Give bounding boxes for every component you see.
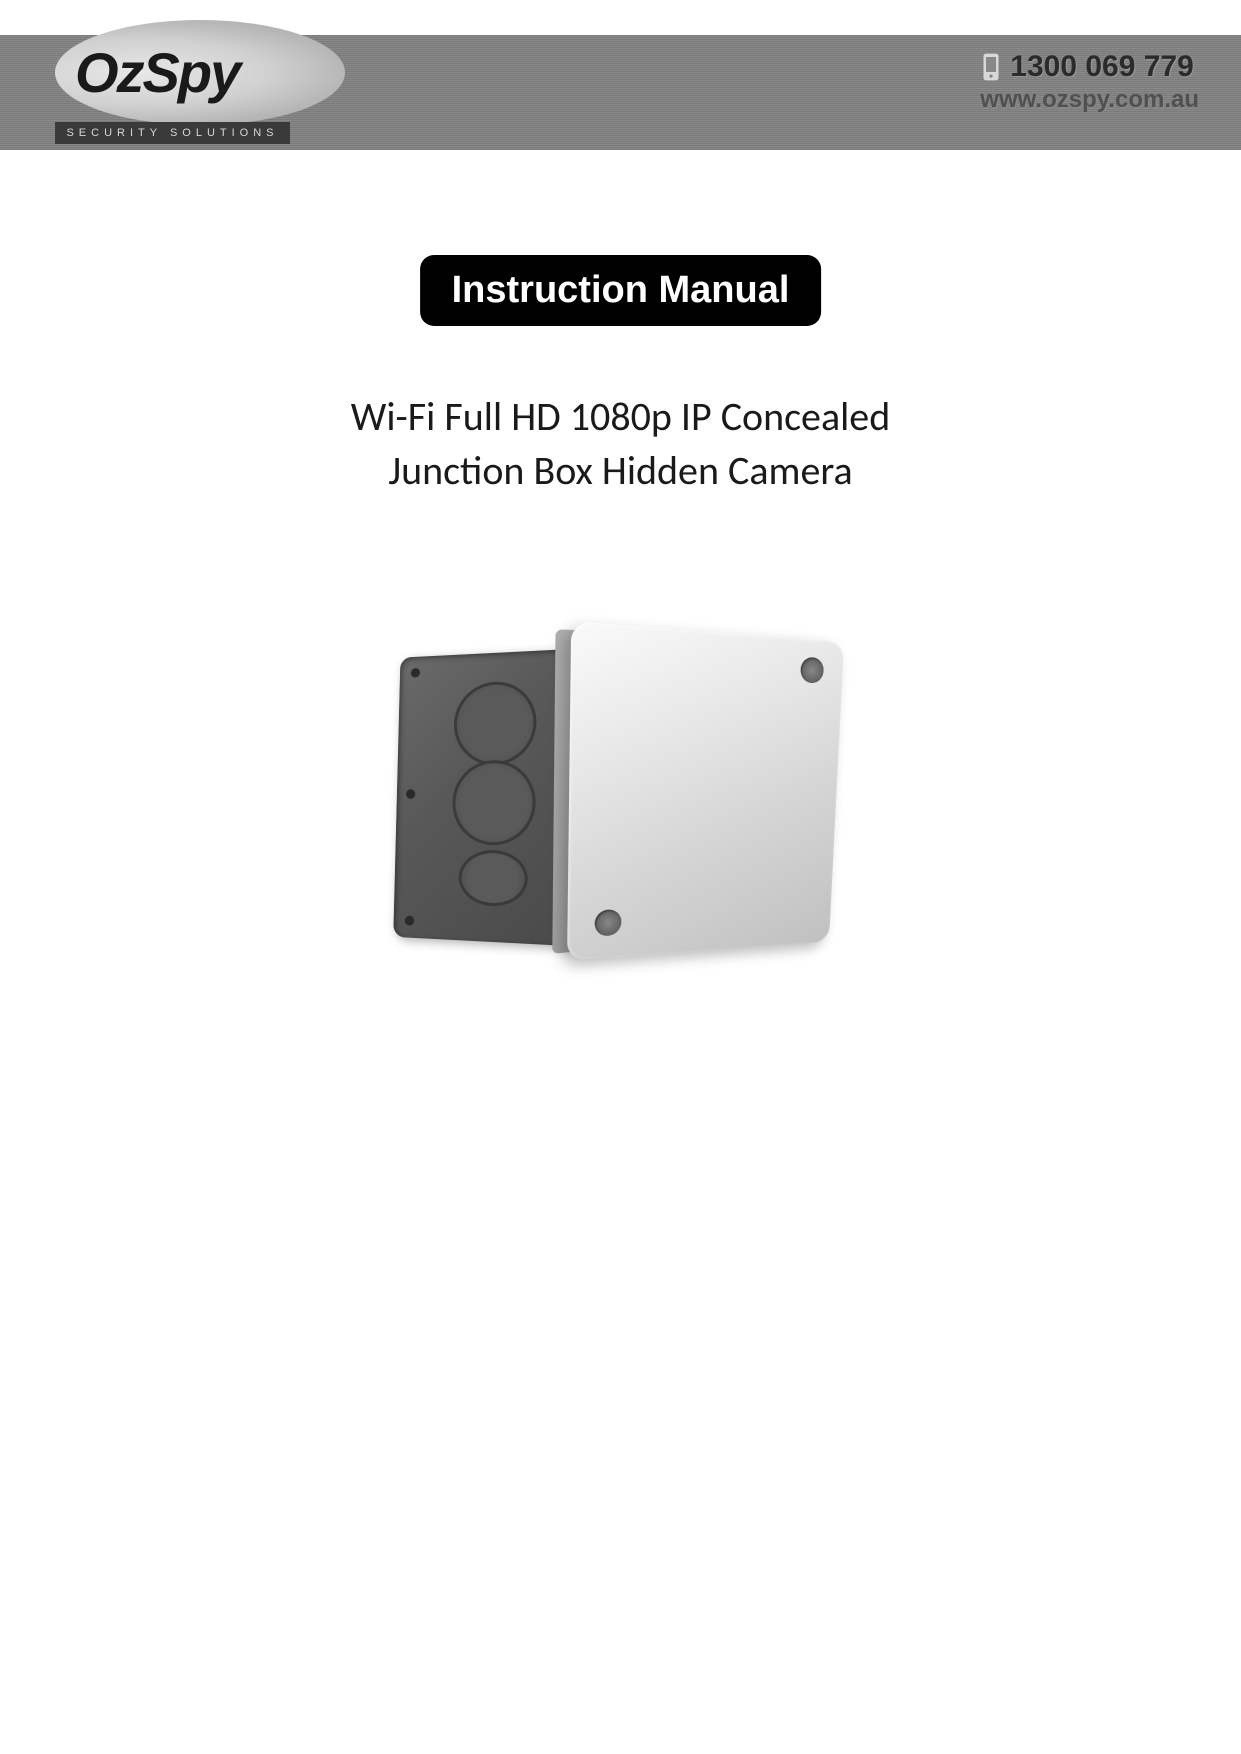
- logo-text: OzSpy: [75, 45, 345, 101]
- phone-icon: [980, 52, 1002, 82]
- phone-number: 1300 069 779: [1010, 50, 1194, 84]
- product-title-line2: Junction Box Hidden Camera: [388, 446, 852, 495]
- manual-badge-label: Instruction Manual: [452, 269, 790, 311]
- website-url: www.ozspy.com.au: [980, 86, 1199, 114]
- logo-tagline-bar: SECURITY SOLUTIONS: [55, 122, 290, 144]
- logo-tagline: SECURITY SOLUTIONS: [66, 127, 278, 139]
- product-image: [341, 620, 901, 970]
- phone-line: 1300 069 779: [980, 50, 1199, 84]
- manual-badge: Instruction Manual: [420, 255, 822, 326]
- product-title: Wi-Fi Full HD 1080p IP Concealed Junctio…: [0, 390, 1241, 498]
- header-contact: 1300 069 779 www.ozspy.com.au: [980, 50, 1199, 114]
- company-logo: OzSpy: [55, 20, 345, 125]
- junction-box-front: [567, 621, 844, 960]
- product-title-line1: Wi-Fi Full HD 1080p IP Concealed: [351, 392, 890, 441]
